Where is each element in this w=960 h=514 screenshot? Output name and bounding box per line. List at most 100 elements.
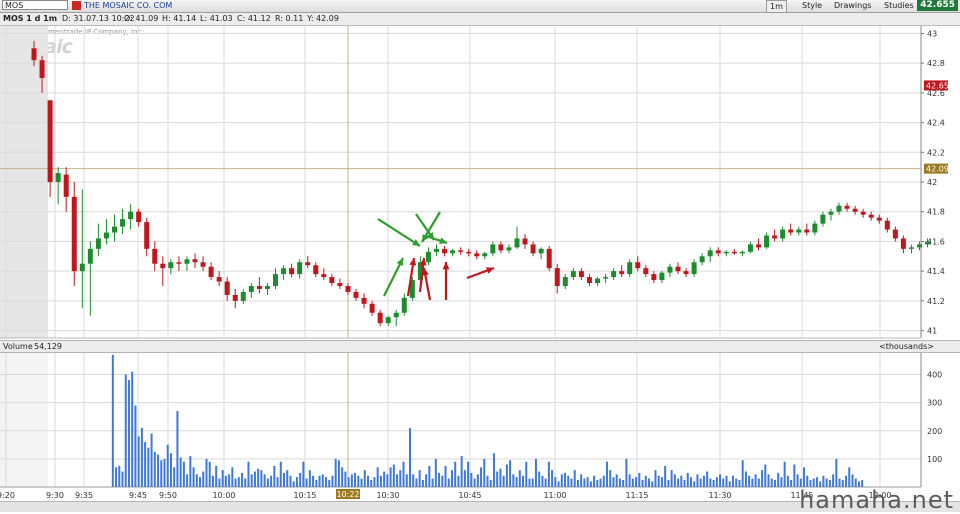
volume-bar [250,474,253,487]
volume-bar [725,475,728,487]
candle-body [756,244,761,248]
candle-body [168,262,174,269]
candle-body [546,248,552,269]
volume-bar [221,470,224,487]
x-tick-label: 9:50 [159,491,177,500]
volume-bar [166,444,169,487]
volume-bar [244,478,247,487]
volume-bar [547,461,550,487]
volume-bar [360,478,363,487]
volume-bar [454,461,457,487]
volume-bar [376,467,379,487]
volume-bar [160,460,163,487]
x-tick-label: 10:30 [376,491,399,500]
volume-bar [557,481,560,487]
premarket-shade-volume [0,352,48,487]
volume-bar [712,479,715,487]
volume-bar [270,475,273,487]
candle-body [586,277,592,284]
candle-body [71,196,77,272]
candle-body [731,251,737,254]
volume-bar [515,477,518,487]
price-chart[interactable]: 9:20 9:30 9:35 9:45 9:50 10:00 10:15 10:30 10:45… [0,0,960,511]
volume-header: Volume 54,129 <thousands> [0,340,960,353]
candle-body [868,214,874,218]
candle-body [442,248,448,254]
candle-body [297,262,303,275]
volume-bar [648,478,650,487]
green-arrow-head [439,237,447,245]
volume-bar [589,481,592,487]
volume-bar [612,477,615,487]
candle-body [208,266,214,278]
candle-body [63,174,69,197]
candle-body [578,271,584,278]
volume-bar [764,464,767,487]
candle-body [482,253,488,257]
candle-body [31,48,37,61]
volume-bar [483,458,486,487]
candle-body [200,262,206,267]
volume-bar [728,481,731,487]
candle-body [804,229,810,233]
candle-body [900,238,906,249]
volume-bar [680,475,683,487]
volume-bar [425,474,428,487]
x-tick-label: 10:00 [212,491,235,500]
candle-body [611,271,617,278]
volume-bar [447,478,450,487]
volume-bar [628,474,631,487]
candle-body [530,244,536,254]
volume-bar [615,474,618,487]
candle-body [184,259,190,264]
volume-bar [544,478,547,487]
volume-tick-label: 100 [927,455,942,464]
candle-body [401,297,407,313]
volume-bar [470,472,473,487]
volume-bar [786,475,789,487]
volume-bar [657,475,660,487]
candle-body [715,250,721,254]
volume-bar [460,456,463,487]
candle-body [796,229,802,233]
volume-bar [664,465,667,487]
volume-bar [127,380,130,487]
volume-bar [757,478,760,487]
volume-bar [186,474,189,487]
candle-body [538,248,544,254]
volume-bar [344,471,347,487]
volume-value: 54,129 [34,342,62,351]
volume-bar [699,478,702,487]
candle-body [707,250,713,257]
volume-bar [150,433,153,487]
volume-bar [803,467,806,487]
volume-label: Volume [3,342,33,351]
crosshair-time-label: 10:22 [336,490,359,499]
volume-bar [405,474,408,487]
volume-bar [738,479,741,487]
candle-body [691,262,697,275]
volume-bar [609,470,612,487]
candle-body [506,247,512,251]
candle-body [925,241,931,245]
candle-body [39,60,45,78]
volume-bar [754,474,757,487]
candle-body [313,265,319,275]
volume-bar [751,478,754,487]
volume-bar [169,453,172,487]
candle-body [55,173,61,182]
volume-bar [554,477,557,487]
volume-bar [689,477,692,487]
volume-bar [457,475,460,487]
volume-bar [499,468,502,487]
volume-bar [638,472,641,487]
candle-body [498,244,504,251]
volume-bar [722,478,725,487]
candle-body [103,232,109,239]
volume-bar [505,464,508,487]
volume-bar [677,478,680,487]
volume-bar [373,477,376,487]
volume-bar [631,478,634,487]
volume-bar [790,479,793,487]
candle-body [434,248,439,252]
